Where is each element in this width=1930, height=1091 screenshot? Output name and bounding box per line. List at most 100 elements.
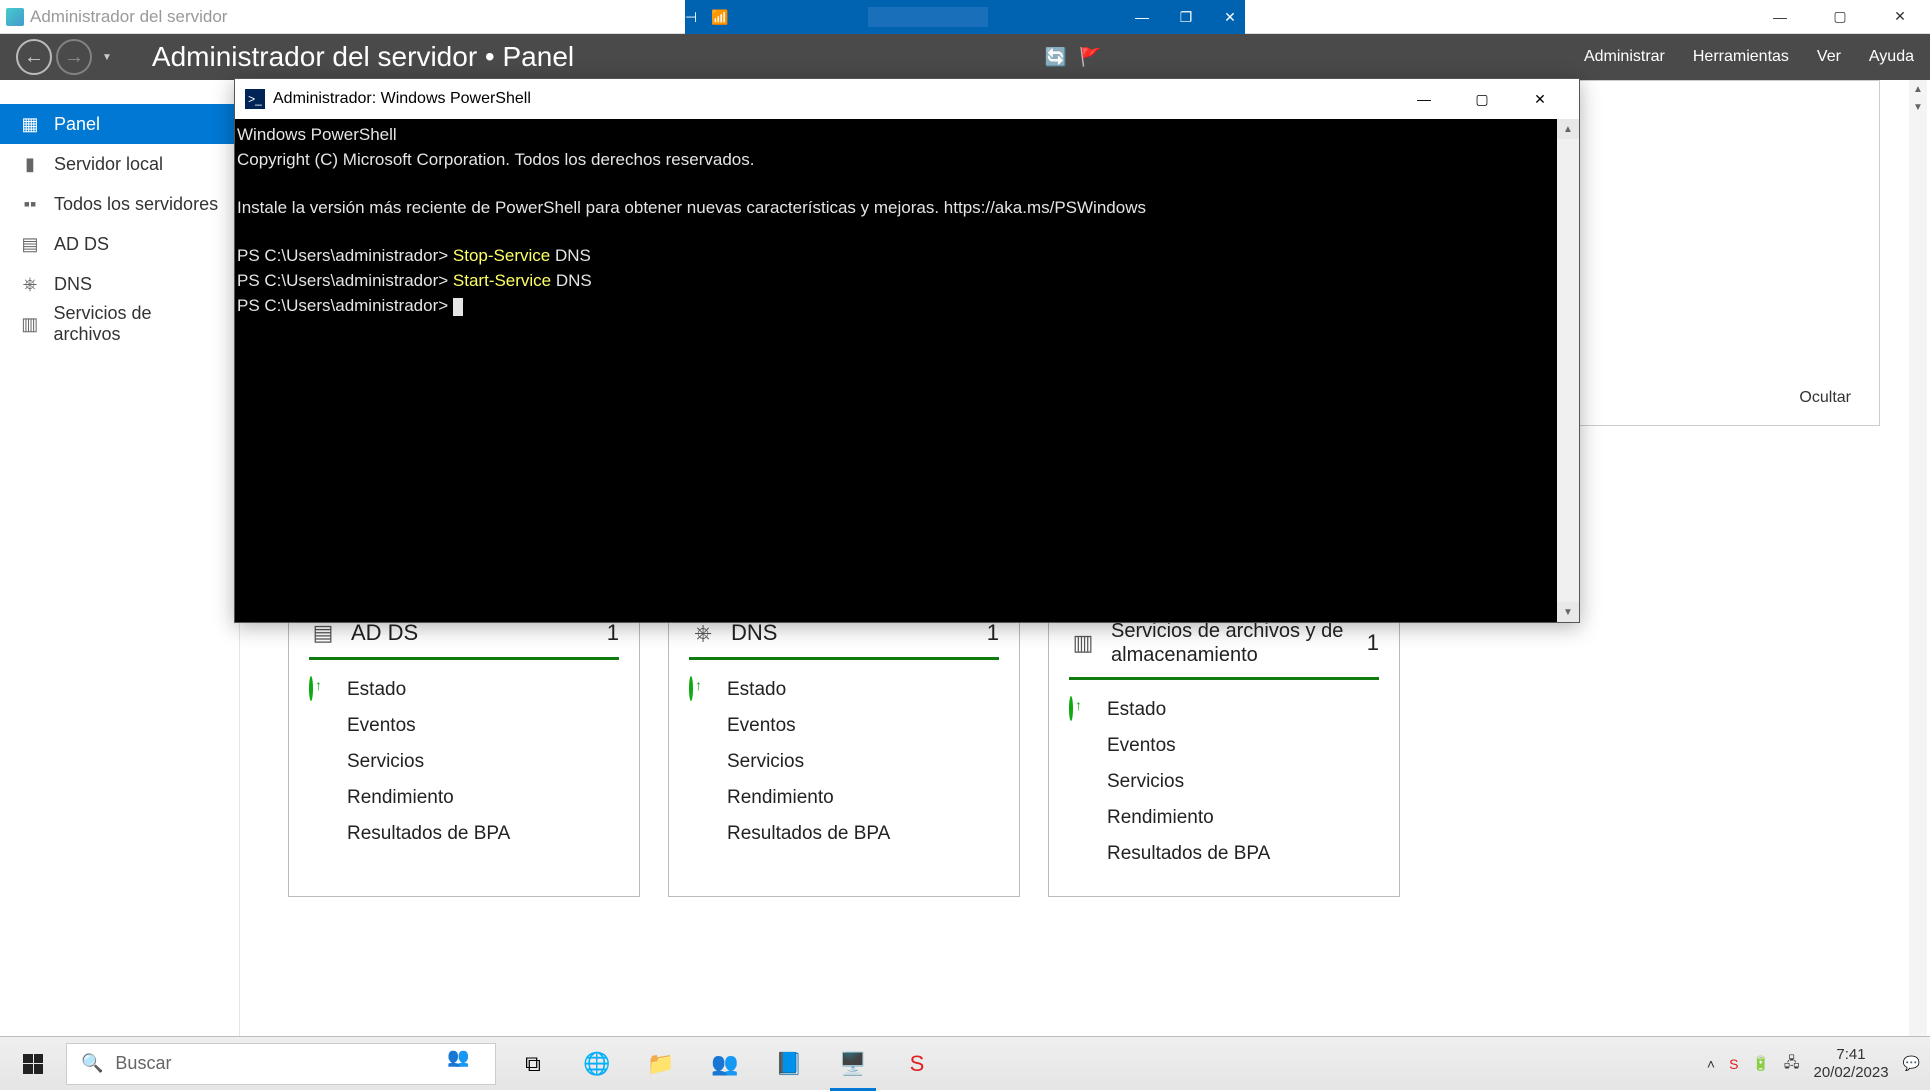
- tile-status-rule: [689, 657, 999, 660]
- tile-line-rendimiento[interactable]: Rendimiento: [309, 780, 619, 816]
- rdp-hostname: [868, 7, 988, 27]
- tile-count: 1: [607, 620, 619, 646]
- file-services-icon: ▥: [20, 314, 39, 334]
- tile-line-estado[interactable]: Estado: [309, 672, 619, 708]
- refresh-icon[interactable]: 🔄: [1045, 47, 1067, 68]
- outer-minimize-button[interactable]: —: [1750, 0, 1810, 34]
- nav-history-dropdown[interactable]: ▼: [96, 52, 118, 63]
- scroll-down-arrow[interactable]: ▼: [1909, 98, 1927, 116]
- rdp-session-bar[interactable]: ⊣ 📶 — ❐ ✕: [685, 0, 1245, 34]
- tray-network-icon[interactable]: 🖧: [1784, 1052, 1800, 1076]
- tile-line-eventos[interactable]: Eventos: [689, 708, 999, 744]
- taskbar-edge[interactable]: 🌐: [568, 1037, 626, 1091]
- status-ok-icon: [689, 676, 693, 701]
- ps-scroll-up[interactable]: ▲: [1557, 119, 1579, 139]
- tile-line-rendimiento[interactable]: Rendimiento: [1069, 800, 1379, 836]
- dns-icon: ⎈: [20, 274, 40, 294]
- sidebar-item-adds[interactable]: ▤ AD DS: [0, 224, 239, 264]
- outer-close-button[interactable]: ✕: [1870, 0, 1930, 34]
- taskbar-rdp[interactable]: 🖥️: [824, 1037, 882, 1091]
- tile-line-bpa[interactable]: Resultados de BPA: [689, 816, 999, 852]
- rdp-close-button[interactable]: ✕: [1215, 7, 1245, 27]
- tile-line-servicios[interactable]: Servicios: [1069, 764, 1379, 800]
- ps-close-button[interactable]: ✕: [1511, 79, 1569, 119]
- ps-cmdlet: Start-Service: [453, 271, 551, 290]
- sidebar-item-servidor-local[interactable]: ▮ Servidor local: [0, 144, 239, 184]
- tray-chevron-icon[interactable]: ˄: [1707, 1056, 1715, 1072]
- taskbar-explorer[interactable]: 📁: [632, 1037, 690, 1091]
- tile-dns[interactable]: ⎈ DNS 1 Estado Eventos Servicios Rendimi…: [668, 600, 1020, 897]
- flag-icon[interactable]: 🚩: [1079, 47, 1101, 68]
- status-ok-icon: [309, 676, 313, 701]
- tile-line-servicios[interactable]: Servicios: [689, 744, 999, 780]
- powershell-title: Administrador: Windows PowerShell: [273, 90, 531, 108]
- tile-adds[interactable]: ▤ AD DS 1 Estado Eventos Servicios Rendi…: [288, 600, 640, 897]
- start-button[interactable]: [0, 1037, 66, 1090]
- sidebar-item-todos-servidores[interactable]: ▪▪ Todos los servidores: [0, 184, 239, 224]
- sidebar-item-dns[interactable]: ⎈ DNS: [0, 264, 239, 304]
- sidebar-item-label: Servicios de archivos: [53, 303, 219, 345]
- tile-line-estado[interactable]: Estado: [689, 672, 999, 708]
- adds-tile-icon: ▤: [309, 619, 337, 647]
- tray-app-icon[interactable]: S: [1729, 1056, 1738, 1072]
- outer-maximize-button[interactable]: ▢: [1810, 0, 1870, 34]
- ocultar-link[interactable]: Ocultar: [1799, 389, 1851, 407]
- sidebar-item-panel[interactable]: ▦ Panel: [0, 104, 239, 144]
- quick-start-panel: Ocultar: [1560, 80, 1880, 426]
- scroll-up-arrow[interactable]: ▲: [1909, 80, 1927, 98]
- tile-title: DNS: [731, 620, 973, 646]
- menu-herramientas[interactable]: Herramientas: [1693, 48, 1789, 66]
- taskbar-teams[interactable]: 👥: [696, 1037, 754, 1091]
- tile-status-rule: [1069, 677, 1379, 680]
- powershell-window[interactable]: >_ Administrador: Windows PowerShell — ▢…: [234, 78, 1580, 623]
- ps-prompt: PS C:\Users\administrador>: [237, 271, 453, 290]
- ps-minimize-button[interactable]: —: [1395, 79, 1453, 119]
- ps-scrollbar[interactable]: ▲ ▼: [1557, 119, 1579, 622]
- all-servers-icon: ▪▪: [20, 194, 40, 214]
- taskbar-word[interactable]: 📘: [760, 1037, 818, 1091]
- tray-battery-icon[interactable]: 🔋: [1752, 1055, 1769, 1072]
- tile-line-rendimiento[interactable]: Rendimiento: [689, 780, 999, 816]
- search-icon: 🔍: [81, 1053, 103, 1074]
- taskbar-snagit[interactable]: S: [888, 1037, 946, 1091]
- local-server-icon: ▮: [20, 154, 40, 174]
- dashboard-icon: ▦: [20, 114, 40, 134]
- menu-ayuda[interactable]: Ayuda: [1869, 48, 1914, 66]
- tile-count: 1: [1367, 630, 1379, 656]
- menu-ver[interactable]: Ver: [1817, 48, 1841, 66]
- sidebar-item-servicios-archivos[interactable]: ▥ Servicios de archivos: [0, 304, 239, 344]
- ps-line: Windows PowerShell: [237, 125, 397, 144]
- server-manager-header: ← → ▼ Administrador del servidor • Panel…: [0, 34, 1930, 80]
- breadcrumb: Administrador del servidor • Panel: [152, 41, 574, 73]
- ps-maximize-button[interactable]: ▢: [1453, 79, 1511, 119]
- meet-now-icon[interactable]: 👥: [447, 1047, 481, 1081]
- tile-line-bpa[interactable]: Resultados de BPA: [309, 816, 619, 852]
- sidebar-item-label: Todos los servidores: [54, 194, 218, 215]
- powershell-titlebar[interactable]: >_ Administrador: Windows PowerShell — ▢…: [235, 79, 1579, 119]
- tile-title: Servicios de archivos y de almacenamient…: [1111, 619, 1353, 667]
- nav-forward-button[interactable]: →: [56, 39, 92, 75]
- search-box[interactable]: 🔍 Buscar 👥: [66, 1043, 496, 1085]
- tile-line-eventos[interactable]: Eventos: [1069, 728, 1379, 764]
- tile-file-services[interactable]: ▥ Servicios de archivos y de almacenamie…: [1048, 600, 1400, 897]
- ps-prompt: PS C:\Users\administrador>: [237, 296, 453, 315]
- powershell-terminal[interactable]: Windows PowerShell Copyright (C) Microso…: [235, 119, 1557, 622]
- taskbar-clock[interactable]: 7:41 20/02/2023: [1813, 1046, 1888, 1082]
- ps-arg: DNS: [550, 246, 591, 265]
- ps-arg: DNS: [551, 271, 592, 290]
- nav-back-button[interactable]: ←: [16, 39, 52, 75]
- tile-line-servicios[interactable]: Servicios: [309, 744, 619, 780]
- notifications-button[interactable]: 💬: [1903, 1055, 1920, 1072]
- main-scrollbar[interactable]: ▲ ▼: [1909, 80, 1927, 1036]
- pin-icon[interactable]: ⊣: [685, 9, 697, 26]
- tile-line-eventos[interactable]: Eventos: [309, 708, 619, 744]
- ps-scroll-down[interactable]: ▼: [1557, 602, 1579, 622]
- rdp-restore-button[interactable]: ❐: [1171, 7, 1201, 27]
- menu-administrar[interactable]: Administrar: [1584, 48, 1665, 66]
- rdp-minimize-button[interactable]: —: [1127, 7, 1157, 27]
- outer-window-titlebar: Administrador del servidor ⊣ 📶 — ❐ ✕ — ▢…: [0, 0, 1930, 34]
- task-view-button[interactable]: ⧉: [504, 1037, 562, 1091]
- tile-line-estado[interactable]: Estado: [1069, 692, 1379, 728]
- tile-line-bpa[interactable]: Resultados de BPA: [1069, 836, 1379, 872]
- dns-tile-icon: ⎈: [689, 619, 717, 647]
